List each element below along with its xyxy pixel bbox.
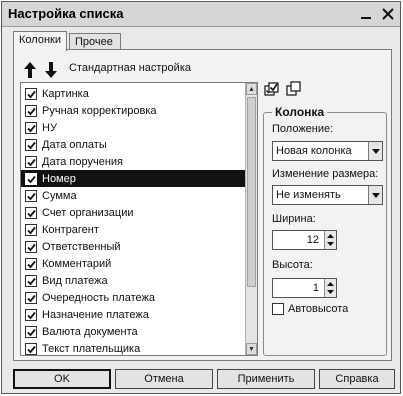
list-item[interactable]: Очередность платежа (21, 289, 247, 306)
list-item[interactable]: Ответственный (21, 238, 247, 255)
height-stepper-buttons[interactable] (324, 279, 336, 297)
list-item[interactable]: Вид платежа (21, 272, 247, 289)
column-visible-checkbox[interactable] (25, 291, 37, 304)
column-visible-checkbox[interactable] (25, 87, 37, 100)
list-item[interactable]: Валюта документа (21, 323, 247, 340)
columns-list[interactable]: Картинка Ручная корректировка НУ Дата оплат… (20, 82, 258, 356)
list-item[interactable]: Ручная корректировка (21, 102, 247, 119)
close-button[interactable] (380, 6, 396, 22)
list-item[interactable]: Номер (21, 170, 247, 187)
list-item[interactable]: Картинка (21, 85, 247, 102)
list-item-label: Назначение платежа (42, 308, 149, 321)
uncheck-all-icon[interactable] (286, 80, 304, 98)
position-label: Положение: (272, 123, 334, 135)
column-visible-checkbox[interactable] (25, 274, 37, 287)
list-item[interactable]: Счет организации (21, 204, 247, 221)
list-item-label: Картинка (42, 87, 89, 100)
chevron-down-icon[interactable] (327, 241, 334, 247)
list-item[interactable]: Сумма (21, 187, 247, 204)
list-item[interactable]: Дата поручения (21, 153, 247, 170)
list-item-label: Счет организации (42, 206, 134, 219)
list-item-label: Сумма (42, 189, 77, 202)
column-visible-checkbox[interactable] (25, 104, 37, 117)
list-item-label: Очередность платежа (42, 291, 155, 304)
move-down-arrow-icon[interactable] (44, 61, 58, 79)
minimize-button[interactable] (358, 6, 374, 22)
list-item-label: НУ (42, 121, 57, 134)
scroll-up-button[interactable]: ▲ (246, 83, 257, 95)
scroll-thumb[interactable] (247, 97, 256, 287)
position-value: Новая колонка (276, 145, 352, 157)
column-visible-checkbox[interactable] (25, 223, 37, 236)
column-visible-checkbox[interactable] (25, 342, 37, 355)
list-item-label: Дата поручения (42, 155, 124, 168)
move-up-arrow-icon[interactable] (23, 61, 37, 79)
chevron-up-icon[interactable] (327, 281, 334, 287)
list-item[interactable]: Контрагент (21, 221, 247, 238)
list-item-label: Контрагент (42, 223, 99, 236)
height-value: 1 (312, 282, 319, 294)
column-properties-group: Колонка Положение: Новая колонка Изменен… (263, 105, 387, 356)
chevron-down-icon[interactable] (327, 289, 334, 295)
column-visible-checkbox[interactable] (25, 155, 37, 168)
chevron-down-icon (371, 192, 380, 198)
column-visible-checkbox[interactable] (25, 121, 37, 134)
list-item-label: Ответственный (42, 240, 121, 253)
width-stepper[interactable]: 12 (272, 230, 337, 250)
window-title: Настройка списка (8, 6, 124, 21)
list-scrollbar[interactable]: ▲ ▼ (245, 83, 257, 355)
apply-button[interactable]: Применить (217, 369, 315, 389)
position-dropdown-button[interactable] (368, 142, 382, 160)
autoheight-label: Автовысота (288, 303, 349, 315)
tab-columns[interactable]: Колонки (13, 31, 67, 51)
list-item-label: Вид платежа (42, 274, 108, 287)
list-settings-dialog: Настройка списка Колонки Прочее Стандарт… (1, 1, 401, 394)
title-bar: Настройка списка (2, 2, 400, 27)
help-button[interactable]: Справка (319, 369, 395, 389)
chevron-down-icon (371, 148, 380, 154)
columns-tab-panel: Стандартная настройка Картинка Ручная кор… (13, 49, 392, 361)
cancel-button[interactable]: Отмена (115, 369, 213, 389)
list-item-label: Комментарий (42, 257, 112, 270)
standard-settings-link[interactable]: Стандартная настройка (69, 62, 191, 74)
resize-value: Не изменять (276, 189, 341, 201)
column-visible-checkbox[interactable] (25, 189, 37, 202)
resize-dropdown-button[interactable] (368, 186, 382, 204)
autoheight-checkbox[interactable]: Автовысота (272, 303, 348, 315)
list-item[interactable]: НУ (21, 119, 247, 136)
list-item[interactable]: Текст плательщика (21, 340, 247, 355)
chevron-up-icon[interactable] (327, 233, 334, 239)
scroll-down-button[interactable]: ▼ (246, 343, 257, 355)
list-item[interactable]: Дата оплаты (21, 136, 247, 153)
group-title: Колонка (272, 105, 328, 119)
ok-button[interactable]: OK (13, 369, 111, 389)
position-select[interactable]: Новая колонка (272, 141, 383, 161)
resize-select[interactable]: Не изменять (272, 185, 383, 205)
column-visible-checkbox[interactable] (25, 325, 37, 338)
list-item-label: Текст плательщика (42, 342, 141, 355)
height-stepper[interactable]: 1 (272, 278, 337, 298)
height-label: Высота: (272, 259, 313, 271)
minimize-icon (361, 17, 371, 19)
width-stepper-buttons[interactable] (324, 231, 336, 249)
list-item-label: Ручная корректировка (42, 104, 157, 117)
list-item-label: Номер (42, 172, 76, 185)
column-visible-checkbox[interactable] (25, 308, 37, 321)
column-visible-checkbox[interactable] (25, 206, 37, 219)
list-item[interactable]: Комментарий (21, 255, 247, 272)
width-value: 12 (306, 234, 319, 246)
close-icon (382, 8, 394, 20)
list-item[interactable]: Назначение платежа (21, 306, 247, 323)
resize-label: Изменение размера: (272, 168, 379, 180)
column-visible-checkbox[interactable] (25, 240, 37, 253)
width-label: Ширина: (272, 213, 316, 225)
tab-other[interactable]: Прочее (69, 33, 121, 50)
column-visible-checkbox[interactable] (25, 172, 37, 185)
list-item-label: Дата оплаты (42, 138, 107, 151)
list-item-label: Валюта документа (42, 325, 138, 338)
column-visible-checkbox[interactable] (25, 257, 37, 270)
column-visible-checkbox[interactable] (25, 138, 37, 151)
check-all-icon[interactable] (264, 80, 282, 98)
autoheight-checkbox-box[interactable] (272, 303, 284, 315)
